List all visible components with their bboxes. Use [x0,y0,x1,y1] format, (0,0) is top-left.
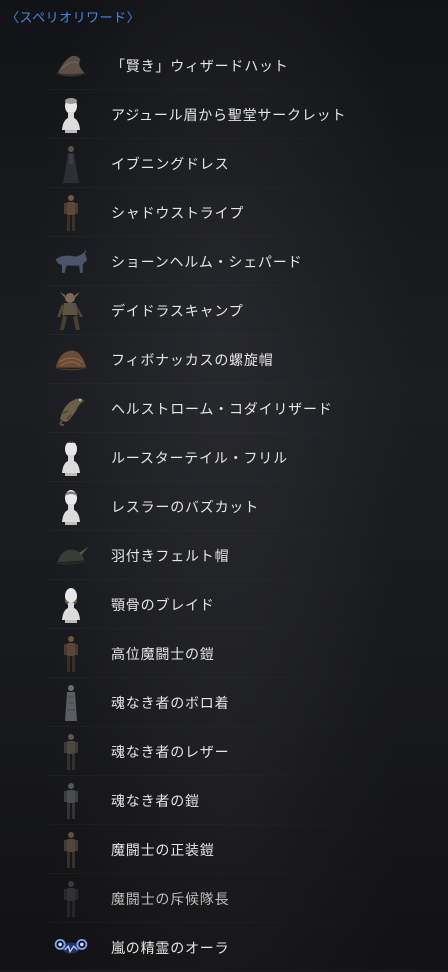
list-item[interactable]: 魂なき者の鎧 [0,776,448,825]
item-label: 魔闘士の正装鎧 [111,842,215,859]
brown-hat-icon [52,338,90,382]
item-label: 顎骨のブレイド [111,597,215,614]
list-item[interactable]: 「賢き」ウィザードハット [0,41,448,90]
item-label: アジュール眉から聖堂サークレット [111,107,347,124]
item-label: レスラーのバズカット [111,499,259,516]
list-item[interactable]: ショーンヘルム・シェパード [0,237,448,286]
item-label: 魔闘士の斥候隊長 [111,891,230,908]
item-label: 魂なき者のレザー [111,744,230,761]
armored-figure-icon [52,632,90,676]
list-item[interactable]: シャドウストライプ [0,188,448,237]
item-label: デイドラスキャンプ [111,303,244,320]
list-item[interactable]: 顎骨のブレイド [0,580,448,629]
lizard-icon [52,387,90,431]
white-mannequin-bust-icon [52,583,90,627]
item-label: 「賢き」ウィザードハット [111,58,289,75]
item-label: ヘルストローム・コダイリザード [111,401,333,418]
white-mannequin-bust-icon [52,93,90,137]
item-label: 嵐の精霊のオーラ [111,940,230,957]
list-item[interactable]: イブニングドレス [0,139,448,188]
list-item[interactable]: ルースターテイル・フリル [0,433,448,482]
armored-figure-icon [52,730,90,774]
list-item[interactable]: レスラーのバズカット [0,482,448,531]
armored-figure-icon [52,779,90,823]
armored-figure-icon [52,191,90,235]
list-item[interactable]: 高位魔闘士の鎧 [0,629,448,678]
cosmetic-list: 「賢き」ウィザードハット アジュール眉から聖堂サークレット イブニングドレス シ… [0,41,448,972]
list-item[interactable]: 魔闘士の正装鎧 [0,825,448,874]
item-label: シャドウストライプ [111,205,245,222]
item-label: 魂なき者の鎧 [111,793,200,810]
item-label: 羽付きフェルト帽 [111,548,230,565]
list-item[interactable]: アジュール眉から聖堂サークレット [0,90,448,139]
white-mannequin-head-icon [52,485,90,529]
white-mannequin-bust-icon [52,436,90,480]
creature-figure-icon [52,289,90,333]
item-label: フィボナッカスの螺旋帽 [111,352,274,369]
item-label: 魂なき者のボロ着 [111,695,230,712]
dark-figure-icon [52,877,90,921]
feather-hat-icon [52,534,90,578]
list-item[interactable]: 嵐の精霊のオーラ [0,923,448,972]
wizard-hat-icon [52,44,90,88]
dark-dress-figure-icon [52,142,90,186]
list-item[interactable]: 魔闘士の斥候隊長 [0,874,448,923]
item-label: 高位魔闘士の鎧 [111,646,215,663]
item-label: ショーンヘルム・シェパード [111,254,303,271]
list-item[interactable]: フィボナッカスの螺旋帽 [0,335,448,384]
list-item[interactable]: ヘルストローム・コダイリザード [0,384,448,433]
category-title: 〈スペリオリワード〉 [6,10,141,26]
list-item[interactable]: 羽付きフェルト帽 [0,531,448,580]
item-label: ルースターテイル・フリル [111,450,288,467]
wolf-icon [52,240,90,284]
item-label: イブニングドレス [111,156,230,173]
category-header: 〈スペリオリワード〉 [6,6,140,26]
list-item[interactable]: 魂なき者のレザー [0,727,448,776]
storm-aura-icon [52,926,90,970]
list-item[interactable]: 魂なき者のボロ着 [0,678,448,727]
robed-figure-icon [52,681,90,725]
list-item[interactable]: デイドラスキャンプ [0,286,448,335]
armored-figure-icon [52,828,90,872]
